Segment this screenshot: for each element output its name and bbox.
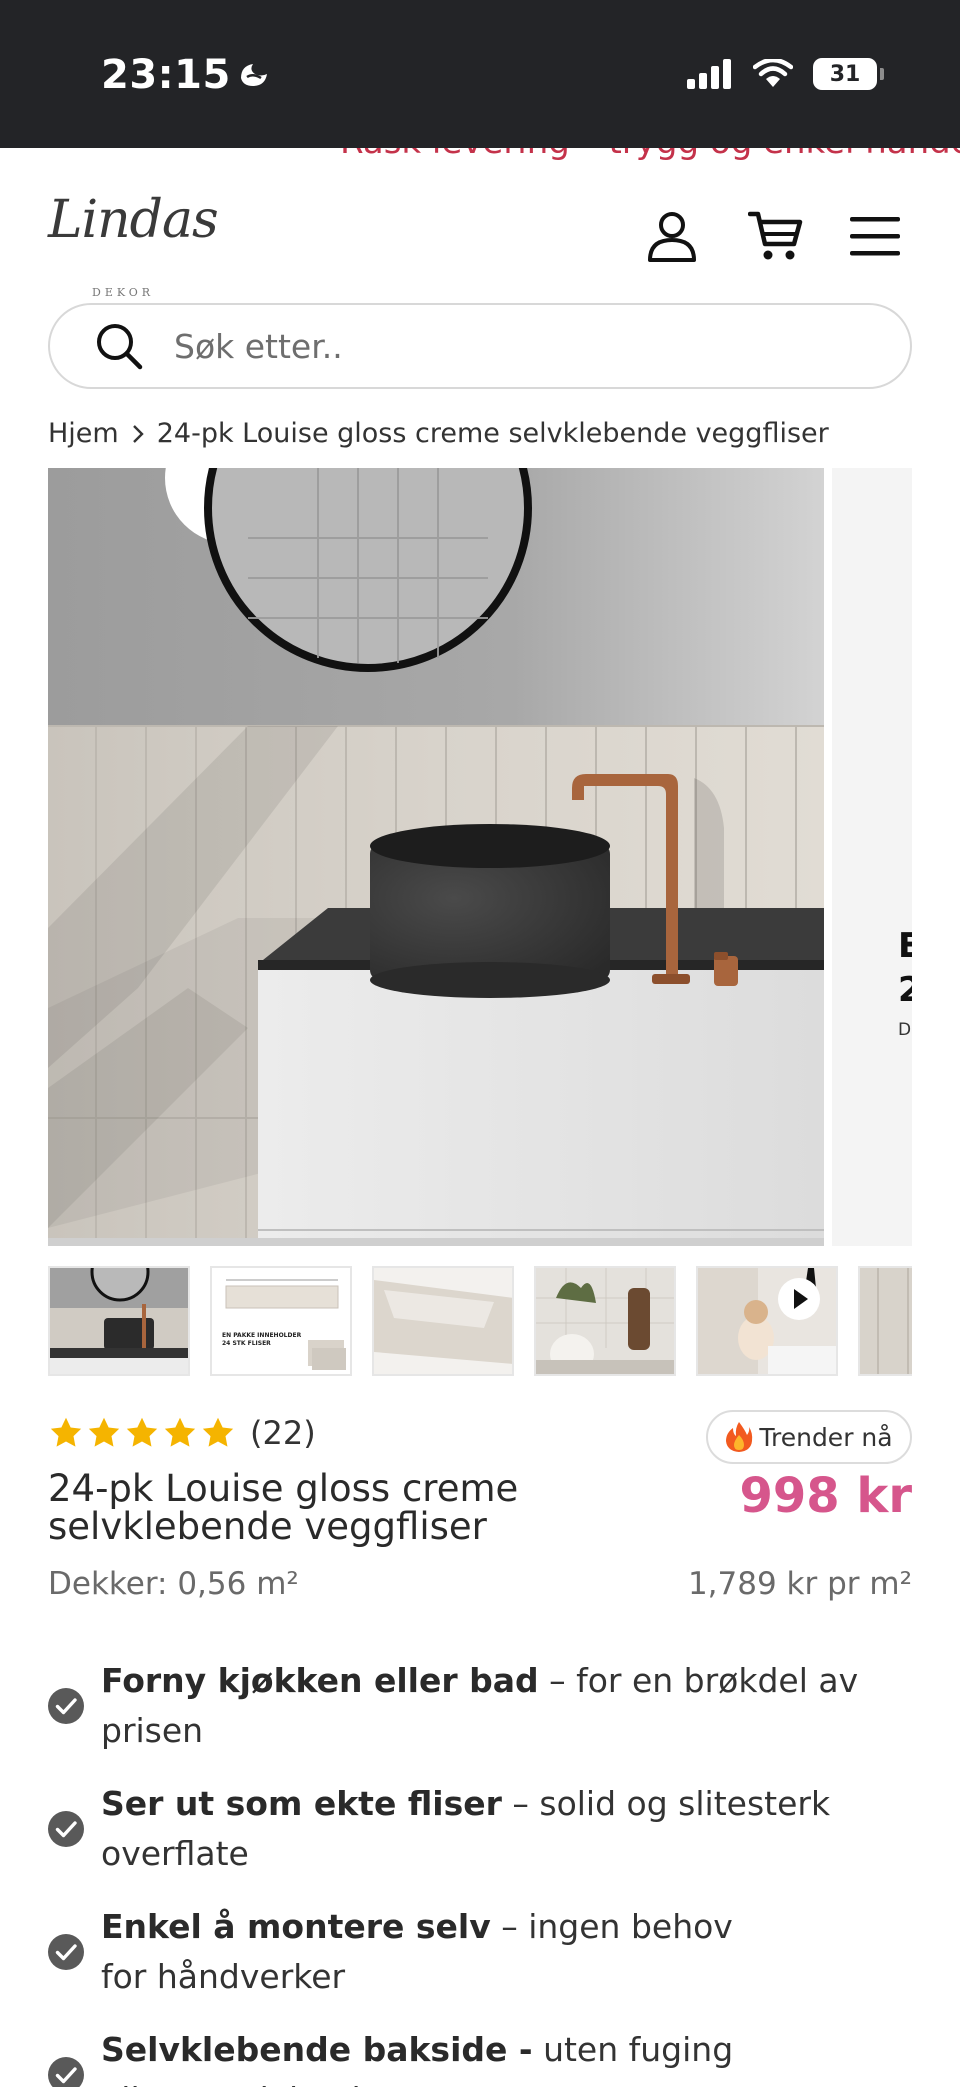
store-logo[interactable]: Lindas DEKOR <box>48 190 219 299</box>
product-gallery[interactable]: E 2 D <box>48 468 912 1246</box>
feature-title: Ser ut som ekte fliser <box>101 1784 502 1823</box>
star-icon <box>164 1417 196 1447</box>
breadcrumb: Hjem 24-pk Louise gloss creme selvkleben… <box>48 418 829 449</box>
status-time: 23:15 <box>101 52 271 98</box>
focus-mode-icon <box>240 64 267 86</box>
battery-indicator: 31 <box>813 58 884 90</box>
thumbnail-image <box>50 1268 188 1374</box>
check-circle-icon <box>48 1688 84 1724</box>
thumbnail-5-video[interactable] <box>696 1266 838 1376</box>
feature-title: Selvklebende bakside - <box>101 2030 533 2069</box>
rating-count[interactable]: (22) <box>250 1414 316 1452</box>
next-slide-letter: 2 <box>898 970 912 1010</box>
thumbnail-image <box>536 1268 674 1374</box>
star-icon <box>88 1417 120 1447</box>
thumbnail-image <box>860 1268 912 1374</box>
search-bar[interactable]: Søk etter.. <box>48 303 912 389</box>
cellular-signal-icon <box>687 59 731 89</box>
check-circle-icon <box>48 1934 84 1970</box>
announcement-bar[interactable]: Rask levering – trygg og enkel handel <box>0 148 960 160</box>
thumbnail-image <box>212 1268 350 1374</box>
thumbnail-image <box>374 1268 512 1374</box>
feature-title: Forny kjøkken eller bad <box>101 1661 539 1700</box>
cart-icon[interactable] <box>748 208 804 264</box>
product-rating[interactable]: (22) <box>48 1414 316 1452</box>
battery-level: 31 <box>829 61 861 87</box>
feature-text: Forny kjøkken eller bad – for en brøkdel… <box>101 1656 912 1756</box>
thumbnail-6[interactable] <box>858 1266 912 1376</box>
feature-list: Forny kjøkken eller bad – for en brøkdel… <box>48 1656 912 2087</box>
star-icon <box>126 1417 158 1447</box>
fire-icon <box>726 1422 753 1452</box>
check-circle-icon <box>48 2057 84 2087</box>
next-slide-preview[interactable]: E 2 D <box>832 468 912 1246</box>
trending-label: Trender nå <box>759 1422 893 1452</box>
thumbnail-1[interactable] <box>48 1266 190 1376</box>
product-main-image[interactable] <box>48 468 824 1246</box>
thumbnail-strip: EN PAKKE INNEHOLDER 24 STK FLISER <box>48 1266 912 1376</box>
clock-text: 23:15 <box>101 52 231 98</box>
breadcrumb-current: 24-pk Louise gloss creme selvklebende ve… <box>156 418 829 449</box>
logo-script-text: Lindas <box>48 190 219 250</box>
breadcrumb-home-link[interactable]: Hjem <box>48 418 119 449</box>
feature-item: Enkel å montere selv – ingen behov for h… <box>48 1902 912 2002</box>
site-header: Lindas DEKOR <box>0 160 960 300</box>
play-icon[interactable] <box>776 1276 822 1322</box>
coverage-text: Dekker: 0,56 m² <box>48 1566 299 1602</box>
thumbnail-caption: EN PAKKE INNEHOLDER <box>222 1332 302 1339</box>
thumbnail-caption: 24 STK FLISER <box>222 1340 271 1347</box>
feature-text: Selvklebende bakside - uten fuging eller… <box>101 2025 781 2087</box>
announcement-text: Rask levering – trygg og enkel handel <box>340 148 960 160</box>
next-slide-letter: D <box>898 1020 912 1040</box>
logo-subtext: DEKOR <box>92 286 155 299</box>
feature-item: Selvklebende bakside - uten fuging eller… <box>48 2025 912 2087</box>
feature-item: Ser ut som ekte fliser – solid og slites… <box>48 1779 912 1879</box>
next-slide-letter: E <box>898 926 912 966</box>
thumbnail-3[interactable] <box>372 1266 514 1376</box>
chevron-right-icon <box>132 424 144 443</box>
wifi-icon <box>753 59 793 87</box>
star-icon <box>50 1417 82 1447</box>
check-circle-icon <box>48 1811 84 1847</box>
unit-price: 1,789 kr pr m² <box>687 1566 912 1602</box>
star-icon <box>202 1417 234 1447</box>
search-input[interactable]: Søk etter.. <box>174 327 343 366</box>
product-price: 998 kr <box>739 1468 913 1524</box>
search-icon[interactable] <box>94 321 144 371</box>
feature-item: Forny kjøkken eller bad – for en brøkdel… <box>48 1656 912 1756</box>
status-bar: 23:15 31 <box>0 0 960 148</box>
hamburger-menu-icon[interactable] <box>848 208 904 264</box>
feature-title: Enkel å montere selv <box>101 1907 491 1946</box>
user-icon[interactable] <box>644 208 700 264</box>
thumbnail-4[interactable] <box>534 1266 676 1376</box>
product-title: 24-pk Louise gloss creme selvklebende ve… <box>48 1467 519 1548</box>
thumbnail-2[interactable]: EN PAKKE INNEHOLDER 24 STK FLISER <box>210 1266 352 1376</box>
feature-text: Ser ut som ekte fliser – solid og slites… <box>101 1779 912 1879</box>
feature-text: Enkel å montere selv – ingen behov for h… <box>101 1902 781 2002</box>
trending-badge: Trender nå <box>706 1410 912 1464</box>
status-indicators: 31 <box>687 58 884 90</box>
